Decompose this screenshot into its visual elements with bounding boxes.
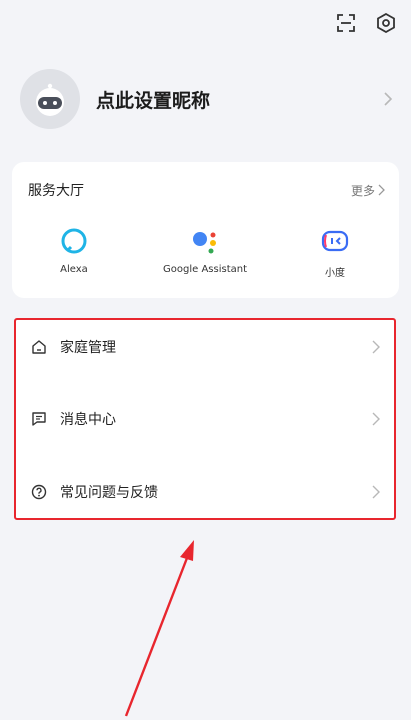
menu-item-label: 消息中心 [60, 412, 116, 428]
menu-item-label: 常见问题与反馈 [60, 485, 158, 501]
service-item-xiaodu[interactable]: 小度 [280, 226, 390, 279]
profile-row[interactable]: 点此设置昵称 [20, 66, 393, 132]
avatar[interactable] [20, 69, 80, 129]
chevron-right-icon [383, 91, 393, 107]
message-icon [30, 410, 48, 428]
menu-item-family-management[interactable]: 家庭管理 [16, 327, 394, 367]
menu-item-label: 家庭管理 [60, 340, 116, 356]
alexa-icon [58, 226, 90, 256]
home-icon [30, 338, 48, 356]
more-label: 更多 [350, 183, 375, 198]
menu-item-faq-feedback[interactable]: 常见问题与反馈 [16, 472, 394, 512]
service-hall-title: 服务大厅 [28, 183, 84, 199]
top-bar [335, 12, 397, 34]
chevron-right-icon [372, 412, 380, 426]
settings-icon[interactable] [375, 12, 397, 34]
service-label: 小度 [325, 268, 345, 279]
help-icon [30, 483, 48, 501]
service-item-google-assistant[interactable]: Google Assistant [150, 226, 260, 275]
google-assistant-icon [189, 226, 221, 256]
settings-menu-card: 家庭管理 消息中心 常见问题与反馈 [14, 318, 396, 520]
service-label: Alexa [60, 264, 88, 275]
scan-icon[interactable] [335, 12, 357, 34]
more-link[interactable]: 更多 [351, 182, 385, 199]
nickname-label[interactable]: 点此设置昵称 [96, 86, 383, 113]
xiaodu-icon [319, 226, 351, 256]
service-hall-header: 服务大厅 更多 [28, 180, 385, 200]
chevron-right-icon [372, 485, 380, 499]
chevron-right-icon [372, 340, 380, 354]
service-item-alexa[interactable]: Alexa [19, 226, 129, 275]
service-label: Google Assistant [163, 264, 247, 275]
chevron-right-icon [378, 184, 385, 196]
service-hall-card: 服务大厅 更多 Alexa Google Assistant 小度 [12, 162, 399, 298]
menu-item-message-center[interactable]: 消息中心 [16, 399, 394, 439]
service-list: Alexa Google Assistant 小度 [12, 226, 399, 279]
